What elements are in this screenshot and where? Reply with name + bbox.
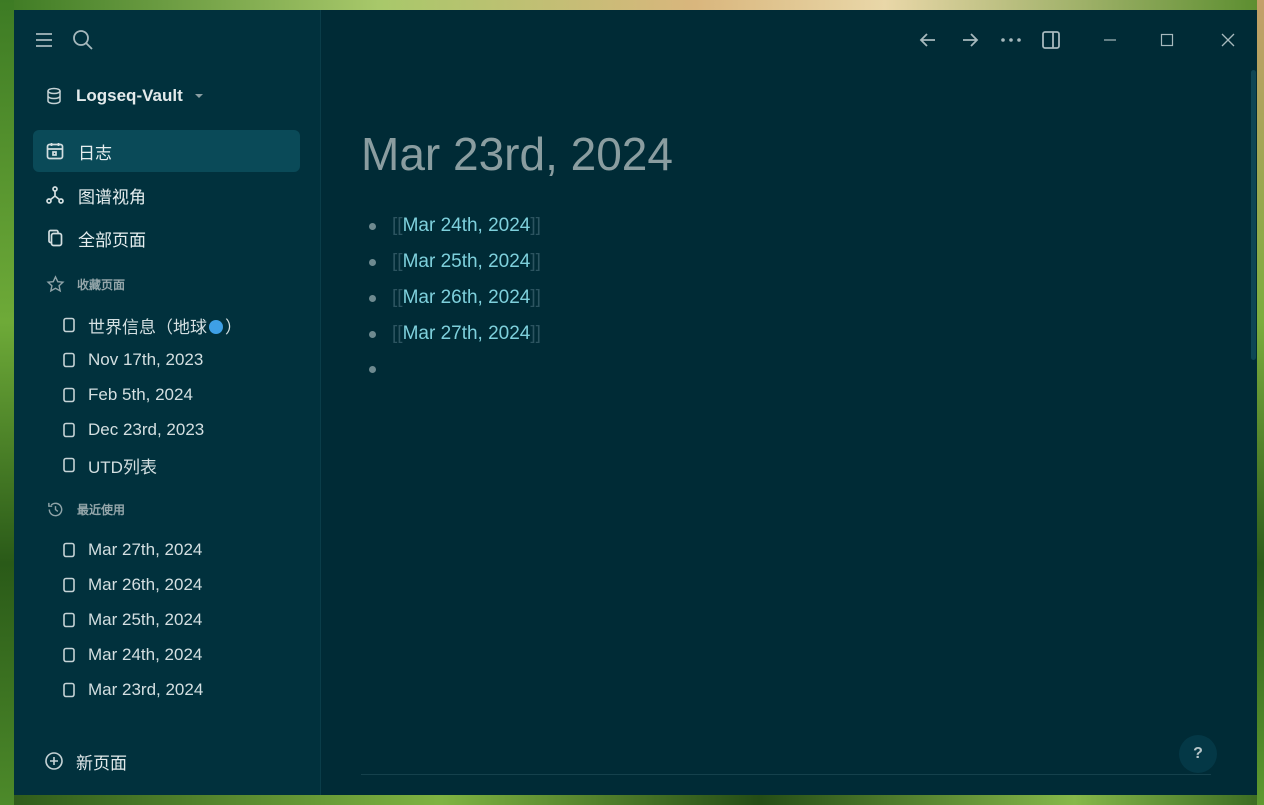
nav-item-label: 日志: [78, 143, 112, 163]
chevron-down-icon: [193, 90, 205, 102]
empty-block[interactable]: [361, 355, 392, 383]
database-icon: [46, 87, 62, 105]
page-label: Nov 17th, 2023: [88, 350, 204, 369]
page-label: Mar 24th, 2024: [88, 645, 203, 664]
graph-icon: [45, 185, 65, 205]
page-label: Dec 23rd, 2023: [88, 420, 205, 439]
favorite-item[interactable]: Feb 5th, 2024: [62, 383, 193, 407]
page-icon: [62, 387, 76, 403]
block-bullet[interactable]: [369, 365, 376, 373]
page-reference-link[interactable]: Mar 25th, 2024: [403, 251, 531, 273]
favorite-item[interactable]: 世界信息（地球）: [62, 313, 242, 337]
maximize-icon[interactable]: [1155, 29, 1179, 51]
new-page-button[interactable]: 新页面: [44, 749, 127, 773]
recent-item[interactable]: Mar 23rd, 2024: [62, 678, 203, 702]
recent-item[interactable]: Mar 24th, 2024: [62, 643, 202, 667]
block[interactable]: [[Mar 24th, 2024]]: [361, 212, 541, 240]
page-icon: [62, 457, 76, 473]
close-icon[interactable]: [1216, 29, 1240, 51]
bracket-close: ]]: [530, 251, 541, 272]
right-sidebar-toggle-icon[interactable]: [1039, 29, 1063, 51]
search-icon[interactable]: [71, 28, 95, 52]
page-icon: [62, 682, 76, 698]
main-content: Mar 23rd, 2024 [[Mar 24th, 2024]] [[Mar …: [321, 10, 1257, 795]
desktop-wallpaper-top: [0, 0, 1264, 10]
left-sidebar: Logseq-Vault 日志 图谱视角 全部页面 收藏页面 世界信息（地球 ）…: [14, 10, 321, 795]
logseq-window: Logseq-Vault 日志 图谱视角 全部页面 收藏页面 世界信息（地球 ）…: [14, 10, 1257, 795]
page-label: Mar 25th, 2024: [88, 610, 203, 629]
graph-picker[interactable]: Logseq-Vault: [46, 85, 205, 107]
nav-item-graph-view[interactable]: 图谱视角: [33, 174, 300, 216]
pages-icon: [45, 228, 65, 248]
globe-icon: [209, 319, 223, 334]
help-button[interactable]: ?: [1179, 735, 1217, 773]
graph-name: Logseq-Vault: [76, 86, 183, 105]
page-label: 世界信息（地球）: [88, 317, 242, 337]
section-title: 收藏页面: [77, 277, 126, 292]
desktop-wallpaper-right: [1257, 0, 1264, 805]
bracket-close: ]]: [530, 323, 541, 344]
favorites-header[interactable]: 收藏页面: [46, 274, 125, 294]
bracket-open: [[: [392, 323, 403, 344]
desktop-wallpaper-left: [0, 0, 14, 805]
recent-item[interactable]: Mar 26th, 2024: [62, 573, 202, 597]
page-icon: [62, 422, 76, 438]
bracket-close: ]]: [530, 215, 541, 236]
page-label: Feb 5th, 2024: [88, 385, 193, 404]
bracket-open: [[: [392, 251, 403, 272]
plus-circle-icon: [44, 751, 64, 771]
page-icon: [62, 352, 76, 368]
back-arrow-icon[interactable]: [918, 29, 938, 51]
page-icon: [62, 577, 76, 593]
block-bullet[interactable]: [369, 330, 376, 338]
history-icon: [46, 500, 65, 519]
divider: [361, 774, 1211, 775]
block-bullet[interactable]: [369, 294, 376, 302]
favorite-item[interactable]: Dec 23rd, 2023: [62, 418, 204, 442]
scrollbar[interactable]: [1251, 70, 1256, 360]
minimize-icon[interactable]: [1098, 29, 1122, 51]
page-icon: [62, 317, 76, 333]
star-icon: [46, 274, 65, 294]
bracket-open: [[: [392, 215, 403, 236]
page-label: Mar 23rd, 2024: [88, 680, 204, 699]
page-reference-link[interactable]: Mar 27th, 2024: [403, 323, 531, 345]
new-page-label: 新页面: [76, 753, 127, 773]
recent-item[interactable]: Mar 27th, 2024: [62, 538, 202, 562]
page-reference-link[interactable]: Mar 24th, 2024: [403, 215, 531, 237]
bracket-open: [[: [392, 287, 403, 308]
recent-header[interactable]: 最近使用: [46, 499, 125, 519]
page-label: Mar 26th, 2024: [88, 575, 203, 594]
favorite-item[interactable]: Nov 17th, 2023: [62, 348, 203, 372]
page-icon: [62, 542, 76, 558]
block[interactable]: [[Mar 25th, 2024]]: [361, 248, 541, 276]
block[interactable]: [[Mar 27th, 2024]]: [361, 320, 541, 348]
nav-item-label: 图谱视角: [78, 187, 146, 207]
page-reference-link[interactable]: Mar 26th, 2024: [403, 287, 531, 309]
nav-item-all-pages[interactable]: 全部页面: [33, 217, 300, 259]
page-label: UTD列表: [88, 457, 157, 477]
page-icon: [62, 647, 76, 663]
nav-item-label: 全部页面: [78, 230, 146, 250]
nav-item-journals[interactable]: 日志: [33, 130, 300, 172]
block[interactable]: [[Mar 26th, 2024]]: [361, 284, 541, 312]
more-icon[interactable]: [999, 29, 1023, 51]
calendar-icon: [45, 141, 65, 161]
page-label: Mar 27th, 2024: [88, 540, 203, 559]
section-title: 最近使用: [77, 502, 126, 517]
page-icon: [62, 612, 76, 628]
menu-icon[interactable]: [32, 28, 56, 52]
recent-item[interactable]: Mar 25th, 2024: [62, 608, 202, 632]
block-bullet[interactable]: [369, 258, 376, 266]
favorite-item[interactable]: UTD列表: [62, 453, 157, 477]
forward-arrow-icon[interactable]: [958, 29, 982, 51]
block-bullet[interactable]: [369, 222, 376, 230]
desktop-wallpaper-bottom: [0, 795, 1264, 805]
page-title[interactable]: Mar 23rd, 2024: [361, 127, 673, 181]
bracket-close: ]]: [530, 287, 541, 308]
